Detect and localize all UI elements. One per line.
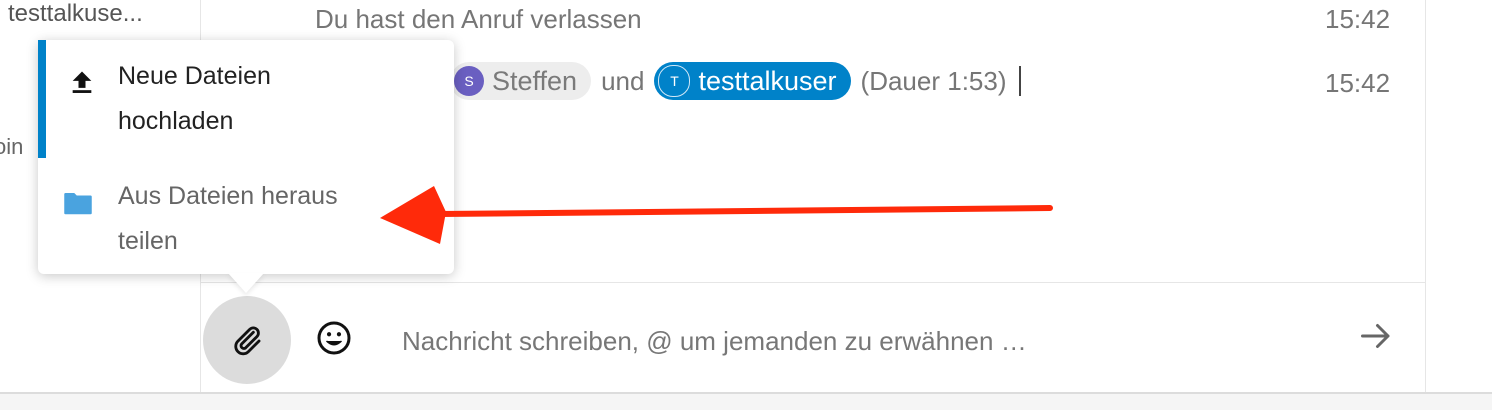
emoji-button[interactable]	[314, 318, 354, 358]
window-bottom-bar	[0, 392, 1492, 410]
send-button[interactable]	[1356, 316, 1396, 356]
avatar: T	[658, 65, 691, 97]
upload-icon	[72, 71, 92, 93]
connector-text: und	[601, 65, 645, 96]
message-input[interactable]	[400, 318, 1304, 364]
call-duration: (Dauer 1:53)	[860, 65, 1007, 96]
mention-name: Steffen	[492, 65, 578, 96]
attach-menu-popover: Neue Dateien hochladen Aus Dateien herau…	[38, 40, 454, 274]
avatar: S	[454, 66, 484, 96]
partial-sidebar-text: oin	[0, 134, 24, 159]
text-caret	[1018, 66, 1021, 96]
upload-icon-wrap	[46, 40, 118, 158]
system-message-left-call: Du hast den Anruf verlassen	[315, 4, 642, 34]
message-time: 15:42	[1325, 68, 1391, 98]
menu-item-label-line1: Aus Dateien heraus	[118, 182, 338, 210]
conversation-title[interactable]: testtalkuse...	[8, 0, 143, 28]
smiley-icon	[317, 321, 351, 355]
popover-tail	[228, 273, 264, 293]
folder-icon-wrap	[38, 158, 118, 274]
attach-button[interactable]	[203, 296, 291, 384]
right-divider	[1425, 0, 1426, 392]
system-message-call-summary: S Steffen und T testtalkuser (Dauer 1:53…	[450, 62, 1021, 100]
menu-item-label-line1: Neue Dateien	[118, 62, 271, 90]
mention-name: testtalkuser	[698, 65, 837, 96]
menu-item-label: Neue Dateien hochladen	[118, 40, 398, 158]
folder-icon	[64, 193, 92, 215]
menu-item-upload-files[interactable]: Neue Dateien hochladen	[38, 40, 454, 158]
paperclip-icon	[234, 326, 261, 356]
arrow-right-icon	[1361, 324, 1390, 348]
message-time: 15:42	[1325, 4, 1391, 34]
mention-chip-testtalkuser[interactable]: T testtalkuser	[654, 62, 851, 100]
menu-item-label: Aus Dateien heraus teilen	[118, 158, 398, 274]
menu-item-share-from-files[interactable]: Aus Dateien heraus teilen	[38, 158, 454, 274]
mention-chip-steffen[interactable]: S Steffen	[450, 62, 592, 100]
menu-item-label-line2: teilen	[118, 227, 178, 255]
menu-item-label-line2: hochladen	[118, 107, 234, 135]
